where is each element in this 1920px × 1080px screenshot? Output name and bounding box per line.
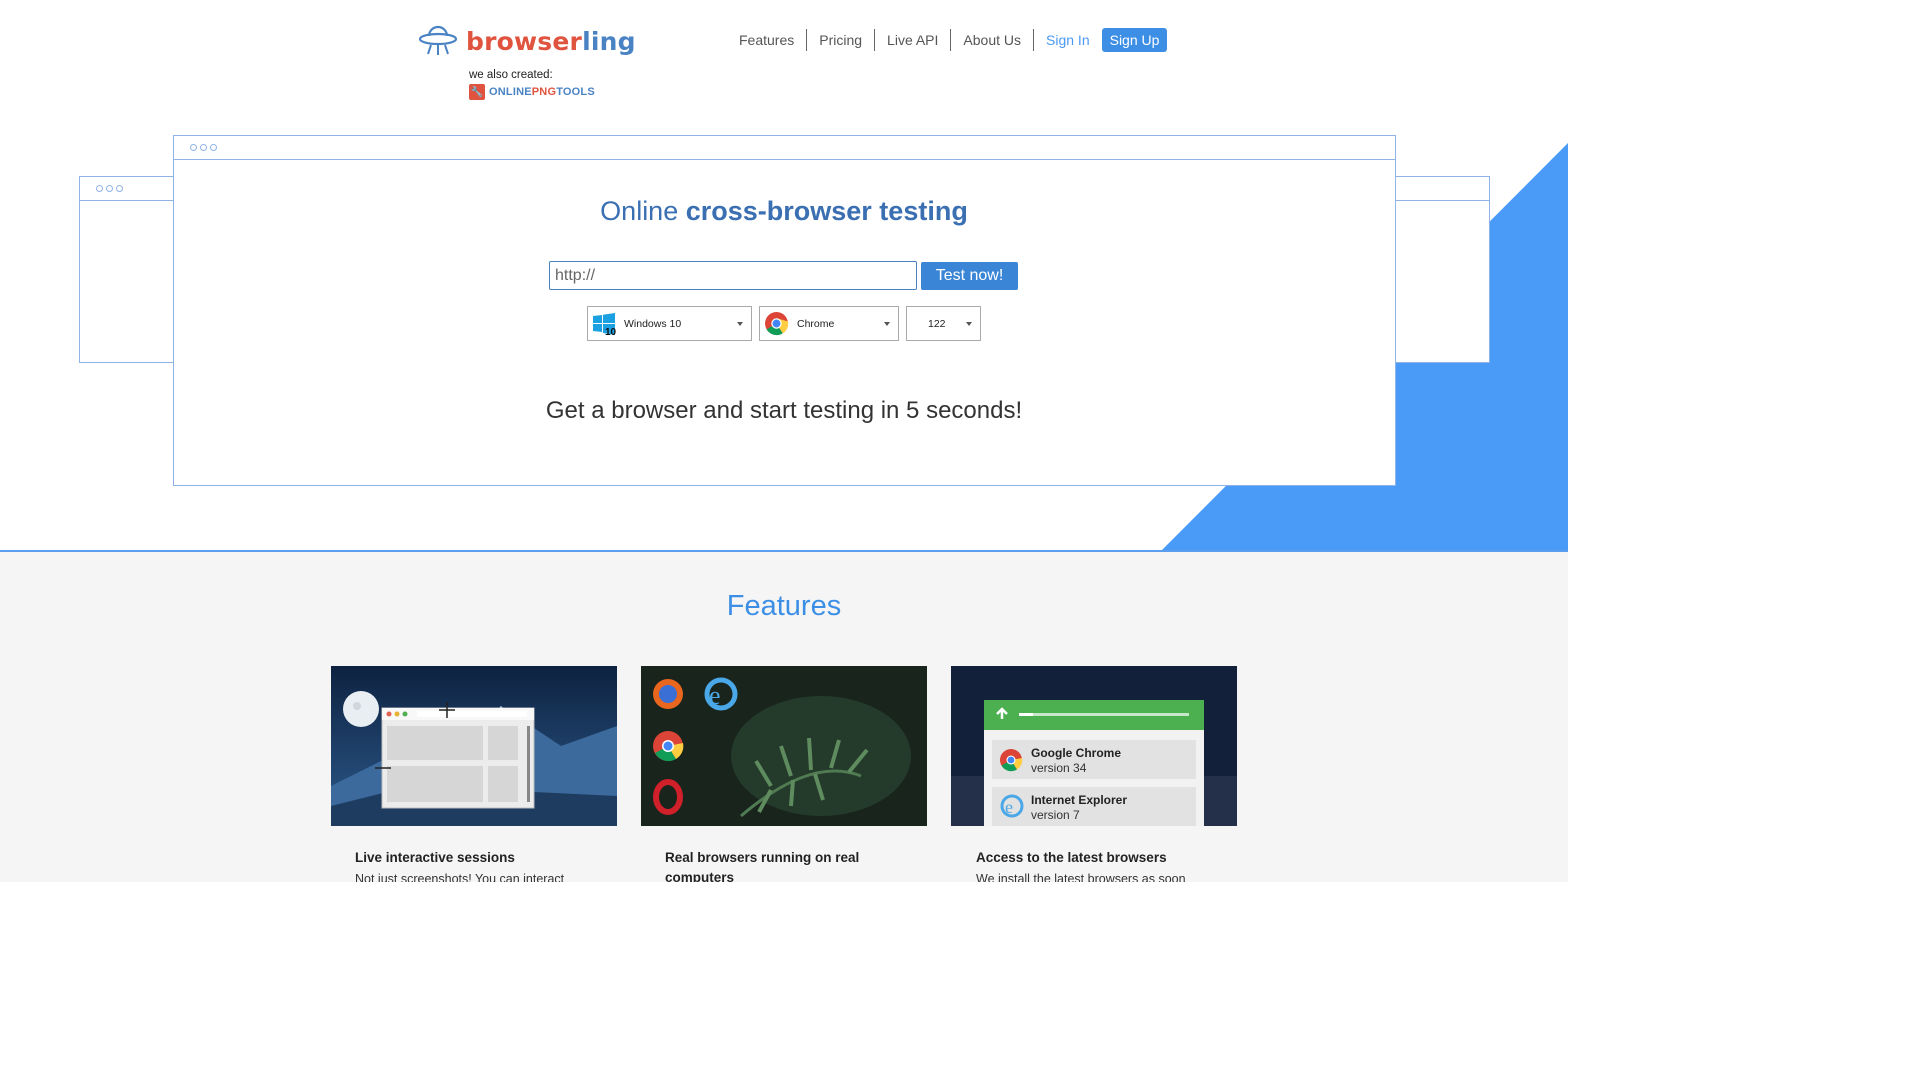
os-select-value: Windows 10	[624, 317, 682, 330]
logo-text: browserling	[466, 26, 636, 56]
version-select[interactable]: 122	[906, 306, 981, 341]
feature-image-real-browsers: e	[641, 666, 927, 826]
wrench-icon: 🔧	[469, 84, 485, 100]
logo[interactable]: browserling	[418, 24, 636, 58]
page: browserling we also created: 🔧 ONLINEPNG…	[0, 0, 1568, 882]
card3-item-chrome: Google Chrome version 34	[1031, 746, 1122, 775]
nav-live-api[interactable]: Live API	[875, 29, 952, 51]
also-created-label: we also created:	[469, 69, 553, 81]
version-select-value: 122	[928, 317, 946, 330]
nav-pricing[interactable]: Pricing	[807, 29, 876, 51]
features-title: Features	[726, 590, 842, 622]
onlinepngtools-text: ONLINEPNGTOOLS	[489, 86, 595, 98]
onlinepngtools-link[interactable]: 🔧 ONLINEPNGTOOLS	[469, 84, 595, 100]
svg-text:e: e	[709, 681, 721, 710]
card-heading-live-sessions: Live interactive sessions	[355, 850, 515, 865]
svg-text:10: 10	[605, 327, 616, 336]
browser-select-value: Chrome	[797, 317, 835, 330]
card3-item-ie: Internet Explorer version 7	[1031, 793, 1128, 822]
feature-image-live-sessions	[331, 666, 617, 826]
nav-features[interactable]: Features	[727, 29, 808, 51]
ufo-icon	[418, 25, 458, 55]
test-now-button[interactable]: Test now!	[921, 262, 1018, 290]
card-heading-latest-browsers: Access to the latest browsers	[976, 850, 1167, 865]
svg-text:e: e	[1005, 797, 1013, 817]
chevron-down-icon	[884, 322, 890, 326]
main-nav: Features Pricing Live API About Us Sign …	[727, 28, 1168, 52]
browser-select[interactable]: Chrome	[759, 306, 899, 341]
windows-icon: 10	[593, 312, 616, 336]
nav-about-us[interactable]: About Us	[951, 29, 1035, 51]
chevron-down-icon	[737, 322, 743, 326]
card-heading-real-browsers: Real browsers running on real computers	[665, 850, 860, 882]
hero-title: Online cross-browser testing	[600, 196, 968, 226]
sign-in-link[interactable]: Sign In	[1034, 29, 1102, 51]
os-select[interactable]: 10 Windows 10	[587, 306, 752, 341]
card-text-live-sessions: Not just screenshots! You can interact	[355, 872, 565, 882]
sign-up-button[interactable]: Sign Up	[1101, 28, 1168, 52]
hero-subtitle: Get a browser and start testing in 5 sec…	[545, 397, 1023, 424]
chevron-down-icon	[966, 322, 972, 326]
card-text-latest-browsers: We install the latest browsers as soon	[976, 872, 1186, 882]
url-input[interactable]	[549, 261, 917, 290]
chrome-icon	[765, 312, 789, 336]
